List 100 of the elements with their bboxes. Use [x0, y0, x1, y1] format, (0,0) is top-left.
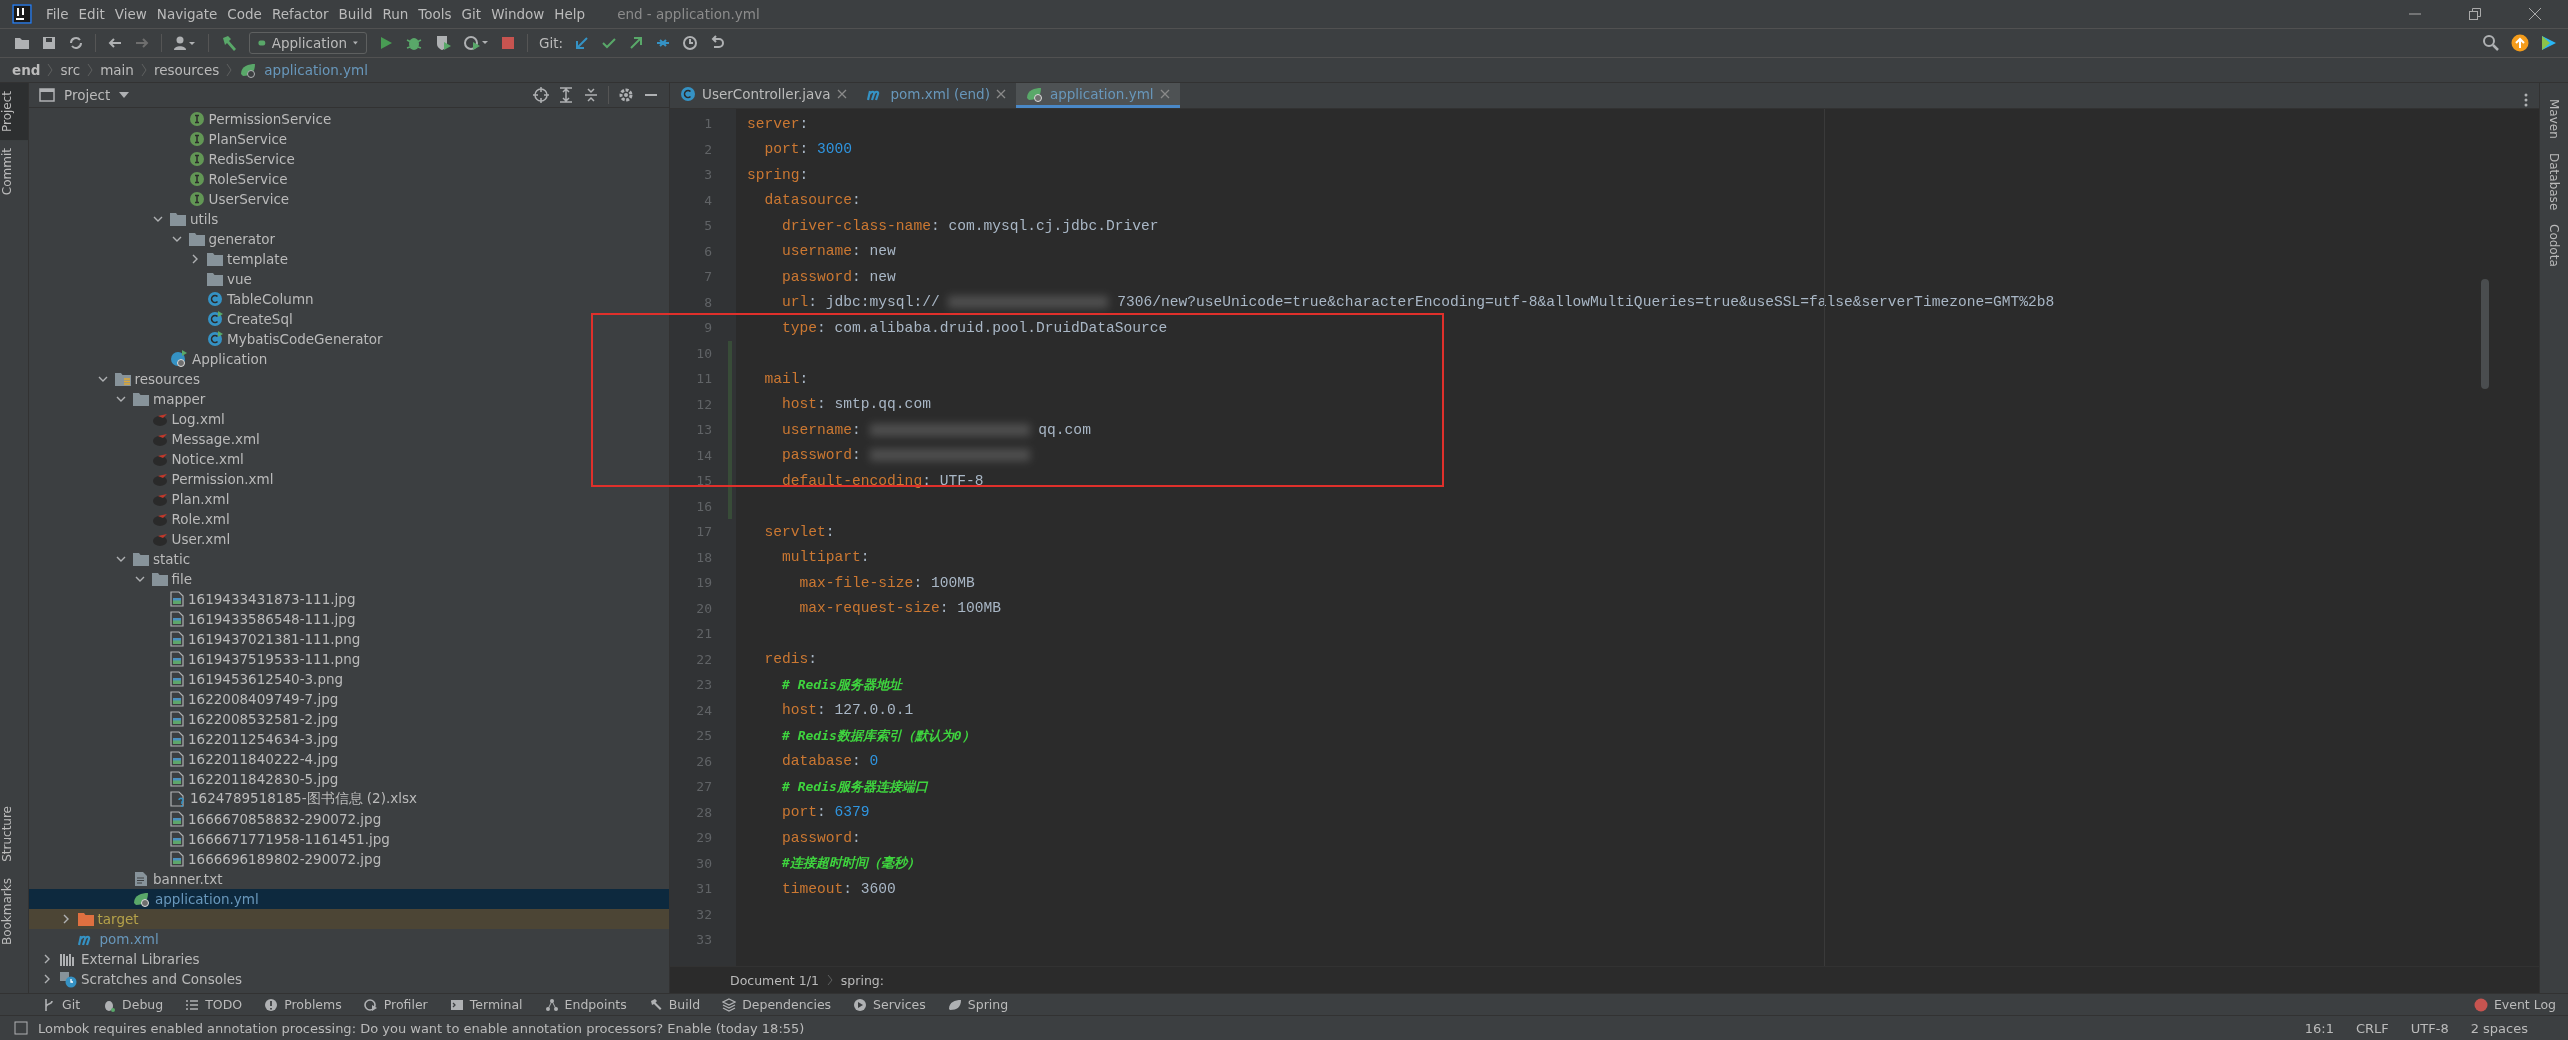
close-icon[interactable]	[836, 89, 847, 99]
tool-window-button[interactable]: Spring	[947, 997, 1009, 1012]
tree-item[interactable]: vue	[29, 269, 669, 289]
breadcrumb-item[interactable]: main	[100, 62, 134, 78]
tool-window-tab[interactable]: Structure	[0, 798, 28, 870]
tree-item[interactable]: Role.xml	[29, 509, 669, 529]
panel-toggle-icon[interactable]	[14, 1021, 28, 1035]
folder-icon[interactable]	[14, 35, 30, 51]
menu-item[interactable]: Code	[227, 6, 262, 22]
status-message[interactable]: Lombok requires enabled annotation processing: Do you want to enable annotation processors? Enable (today 18:55)	[38, 1020, 805, 1036]
restore-icon[interactable]	[2468, 7, 2482, 21]
hammer-icon[interactable]	[220, 34, 238, 52]
checkmark-icon[interactable]	[601, 35, 618, 51]
settings-icon[interactable]	[618, 87, 634, 103]
history-clock-icon[interactable]	[682, 35, 699, 51]
tree-item[interactable]: 1619433586548-111.jpg	[29, 609, 669, 629]
tree-item[interactable]: 1622011254634-3.jpg	[29, 729, 669, 749]
tree-item[interactable]: utils	[29, 209, 669, 229]
save-icon[interactable]	[41, 35, 57, 51]
tree-item[interactable]: resources	[29, 369, 669, 389]
tree-item[interactable]: 1619453612540-3.png	[29, 669, 669, 689]
tree-item[interactable]: file	[29, 569, 669, 589]
tree-item[interactable]: Notice.xml	[29, 449, 669, 469]
tree-item[interactable]: User.xml	[29, 529, 669, 549]
close-icon[interactable]	[995, 89, 1006, 99]
tool-window-button[interactable]: Dependencies	[722, 997, 832, 1012]
tree-item[interactable]: RedisService	[29, 149, 669, 169]
breadcrumb-item[interactable]: resources	[153, 62, 220, 78]
tool-window-button[interactable]: Debug	[102, 997, 164, 1012]
tree-item[interactable]: RoleService	[29, 169, 669, 189]
breadcrumb-item[interactable]: src	[60, 62, 81, 78]
undo-arrow-icon[interactable]	[709, 35, 726, 51]
more-options-icon[interactable]	[2523, 92, 2529, 108]
close-icon[interactable]	[2528, 7, 2542, 21]
tree-item[interactable]: PermissionService	[29, 109, 669, 129]
tree-item[interactable]: 1622008532581-2.jpg	[29, 709, 669, 729]
coverage-icon[interactable]	[434, 34, 452, 52]
tree-item[interactable]: TableColumn	[29, 289, 669, 309]
tree-item[interactable]: mapper	[29, 389, 669, 409]
tree-item[interactable]: 1666671771958-1161451.jpg	[29, 829, 669, 849]
tree-item[interactable]: Log.xml	[29, 409, 669, 429]
menu-item[interactable]: Build	[338, 6, 373, 22]
status-item[interactable]: UTF-8	[2410, 1020, 2449, 1036]
tree-item[interactable]: UserService	[29, 189, 669, 209]
run-configuration-dropdown[interactable]: Application	[249, 32, 367, 54]
profiler-icon[interactable]	[463, 34, 489, 52]
plugin-logo-icon[interactable]	[2540, 34, 2558, 52]
tree-item[interactable]: banner.txt	[29, 869, 669, 889]
tree-item[interactable]: pom.xml	[29, 929, 669, 949]
menu-item[interactable]: View	[114, 6, 147, 22]
menu-item[interactable]: Tools	[418, 6, 452, 22]
tree-item[interactable]: 1624789518185-图书信息 (2).xlsx	[29, 789, 669, 809]
search-icon[interactable]	[2482, 34, 2500, 52]
tool-window-tab[interactable]: Project	[0, 83, 28, 141]
update-arrow-icon[interactable]	[574, 35, 591, 51]
menu-item[interactable]: Run	[382, 6, 409, 22]
tree-item[interactable]: Message.xml	[29, 429, 669, 449]
tree-item[interactable]: template	[29, 249, 669, 269]
crosshair-icon[interactable]	[533, 87, 549, 103]
tree-item[interactable]: 1666696189802-290072.jpg	[29, 849, 669, 869]
tree-item[interactable]: External Libraries	[29, 949, 669, 969]
tree-item[interactable]: PlanService	[29, 129, 669, 149]
menu-item[interactable]: Refactor	[271, 6, 329, 22]
tool-window-tab[interactable]: Commit	[0, 140, 28, 204]
update-icon[interactable]	[2511, 34, 2529, 52]
user-icon[interactable]	[173, 35, 197, 51]
tool-window-tab[interactable]: Database	[2547, 152, 2561, 211]
menu-item[interactable]: Git	[461, 6, 482, 22]
status-item[interactable]: CRLF	[2355, 1020, 2389, 1036]
breadcrumb-item[interactable]: end	[12, 62, 41, 78]
panel-title[interactable]: Project	[64, 87, 111, 103]
event-log-button[interactable]: Event Log	[2473, 997, 2556, 1012]
tree-item[interactable]: static	[29, 549, 669, 569]
tree-item[interactable]: 1622011842830-5.jpg	[29, 769, 669, 789]
tool-window-button[interactable]: Endpoints	[544, 997, 627, 1012]
tool-window-button[interactable]: Build	[648, 997, 701, 1012]
status-item[interactable]: 16:1	[2304, 1020, 2334, 1036]
tree-item[interactable]: CreateSql	[29, 309, 669, 329]
menu-item[interactable]: Navigate	[156, 6, 218, 22]
tree-item[interactable]: Plan.xml	[29, 489, 669, 509]
sync-icon[interactable]	[68, 35, 84, 51]
tool-window-button[interactable]: TODO	[185, 997, 243, 1012]
tree-item[interactable]: 1622008409749-7.jpg	[29, 689, 669, 709]
tool-window-tab[interactable]: Bookmarks	[0, 869, 28, 953]
dropdown-caret-icon[interactable]	[119, 92, 130, 98]
tree-item[interactable]: application.yml	[29, 889, 669, 909]
tree-item[interactable]: Permission.xml	[29, 469, 669, 489]
tool-window-button[interactable]: Problems	[264, 997, 342, 1012]
tree-item[interactable]: target	[29, 909, 669, 929]
editor-tab[interactable]: UserController.java	[670, 83, 857, 108]
tool-window-button[interactable]: Terminal	[449, 997, 523, 1012]
expand-all-icon[interactable]	[558, 87, 574, 103]
editor-tab[interactable]: pom.xml (end)	[856, 83, 1016, 108]
tool-window-button[interactable]: Profiler	[363, 997, 428, 1012]
menu-item[interactable]: File	[46, 6, 69, 22]
tool-window-button[interactable]: Services	[853, 997, 926, 1012]
tree-item[interactable]: generator	[29, 229, 669, 249]
tool-window-button[interactable]: Git	[42, 997, 81, 1012]
tree-item[interactable]: 1619437519533-111.png	[29, 649, 669, 669]
status-item[interactable]: 2 spaces	[2470, 1020, 2528, 1036]
